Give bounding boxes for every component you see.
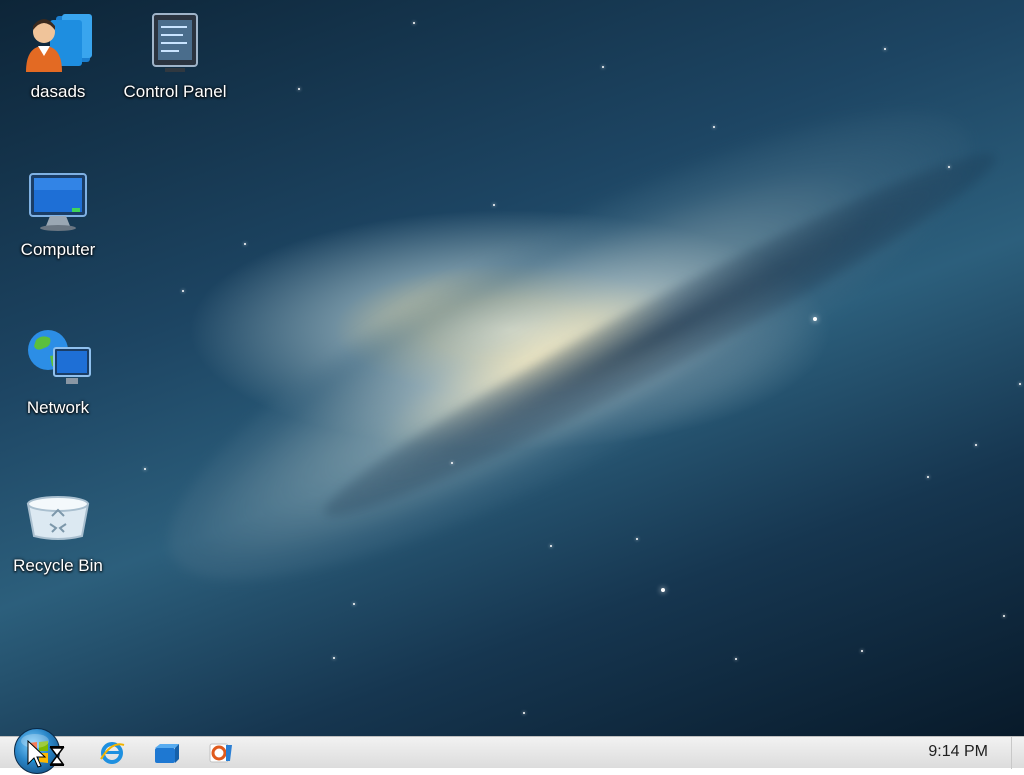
taskbar-internet-explorer-button[interactable] xyxy=(98,739,126,767)
desktop-icon-label: dasads xyxy=(30,82,86,101)
show-desktop-button[interactable] xyxy=(1011,737,1024,769)
media-player-icon xyxy=(209,743,232,763)
taskbar-clock[interactable]: 9:14 PM xyxy=(928,743,988,761)
user-folder-icon xyxy=(22,10,94,76)
busy-cursor-icon xyxy=(27,739,67,770)
desktop-icon-label: Control Panel xyxy=(123,82,227,101)
desktop-icon-control-panel[interactable]: Control Panel xyxy=(120,6,230,106)
taskbar-file-explorer-button[interactable] xyxy=(152,739,180,767)
taskbar: 9:14 PM xyxy=(0,728,1024,774)
desktop-icon-network[interactable]: Network xyxy=(3,322,113,422)
network-globe-icon xyxy=(22,326,94,392)
desktop-icon-label: Network xyxy=(26,398,90,417)
internet-explorer-icon xyxy=(100,742,125,764)
taskbar-media-player-button[interactable] xyxy=(206,739,234,767)
desktop-icon-label: Computer xyxy=(20,240,96,259)
desktop-icon-user-folder[interactable]: dasads xyxy=(3,6,113,106)
recycle-bin-icon xyxy=(22,484,94,550)
desktop[interactable]: dasads Control Panel Computer Network Re… xyxy=(0,0,1024,736)
control-panel-icon xyxy=(139,10,211,76)
desktop-icon-recycle-bin[interactable]: Recycle Bin xyxy=(3,480,113,580)
computer-monitor-icon xyxy=(22,168,94,234)
desktop-icon-label: Recycle Bin xyxy=(13,556,103,575)
desktop-icon-computer[interactable]: Computer xyxy=(3,164,113,264)
file-explorer-icon xyxy=(155,744,179,763)
